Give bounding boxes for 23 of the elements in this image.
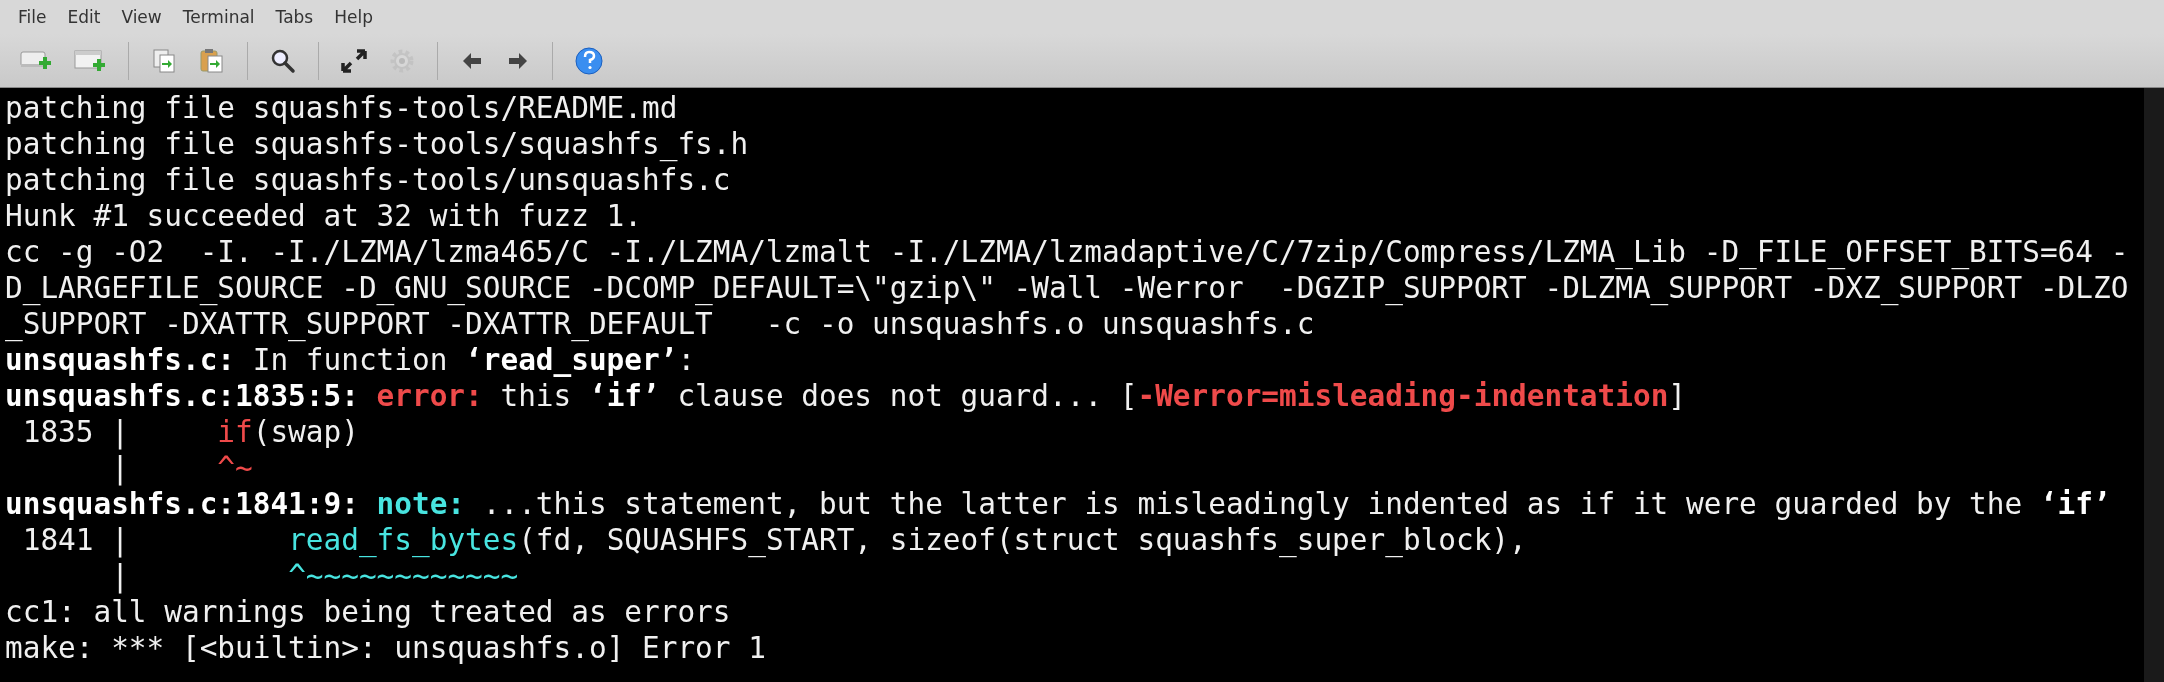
terminal-line: patching file squashfs-tools/README.md — [5, 90, 678, 126]
menu-item[interactable]: Terminal — [174, 7, 268, 27]
terminal-line: patching file squashfs-tools/unsquashfs.c — [5, 162, 731, 198]
terminal-line: patching file squashfs-tools/squashfs_fs.h — [5, 126, 749, 162]
terminal-line: 1835 | if(swap) — [21, 414, 359, 450]
terminal-line: Hunk #1 succeeded at 32 with fuzz 1. — [5, 198, 642, 234]
menu-item[interactable]: View — [113, 7, 175, 27]
terminal-line: D_LARGEFILE_SOURCE -D_GNU_SOURCE -DCOMP_DEFAULT=\"gzip\" -Wall -Werror -DGZIP_SUPPORT -DLZMA_SUPPORT -DXZ_SUPPORT -DLZO — [5, 270, 2129, 306]
terminal-line: 1841 | read_fs_bytes(fd, SQUASHFS_START, sizeof(struct squashfs_super_block), — [21, 522, 1527, 558]
terminal-line: | ^~~~~~~~~~~~~ — [110, 558, 519, 594]
terminal-line: unsquashfs.c:1835:5: error: this ‘if’ clause does not guard... [-Werror=misleading-indentation] — [5, 378, 1687, 414]
menu-item[interactable]: Edit — [59, 7, 114, 27]
terminal-line: make: *** [<builtin>: unsquashfs.o] Error 1 — [5, 630, 766, 666]
terminal-line: _SUPPORT -DXATTR_SUPPORT -DXATTR_DEFAULT -c -o unsquashfs.o unsquashfs.c — [5, 306, 1315, 342]
terminal-line: cc1: all warnings being treated as errors — [5, 594, 731, 630]
menu-item[interactable]: File — [10, 7, 60, 27]
terminal-line: unsquashfs.c: In function ‘read_super’: — [5, 342, 696, 378]
scrollbar[interactable] — [2144, 88, 2164, 682]
terminal-line: | ^~ — [110, 450, 253, 486]
menu-item[interactable]: Tabs — [267, 7, 327, 27]
menu-item[interactable]: Help — [326, 7, 386, 27]
terminal-line: unsquashfs.c:1841:9: note: ...this statement, but the latter is misleadingly indented as if it were guarded by the ‘if’ — [5, 486, 2111, 522]
terminal-line: cc -g -O2 -I. -I./LZMA/lzma465/C -I./LZMA/lzmalt -I./LZMA/lzmadaptive/C/7zip/Compress/LZMA_Lib -D_FILE_OFFSET_BITS=64 - — [5, 234, 2129, 270]
